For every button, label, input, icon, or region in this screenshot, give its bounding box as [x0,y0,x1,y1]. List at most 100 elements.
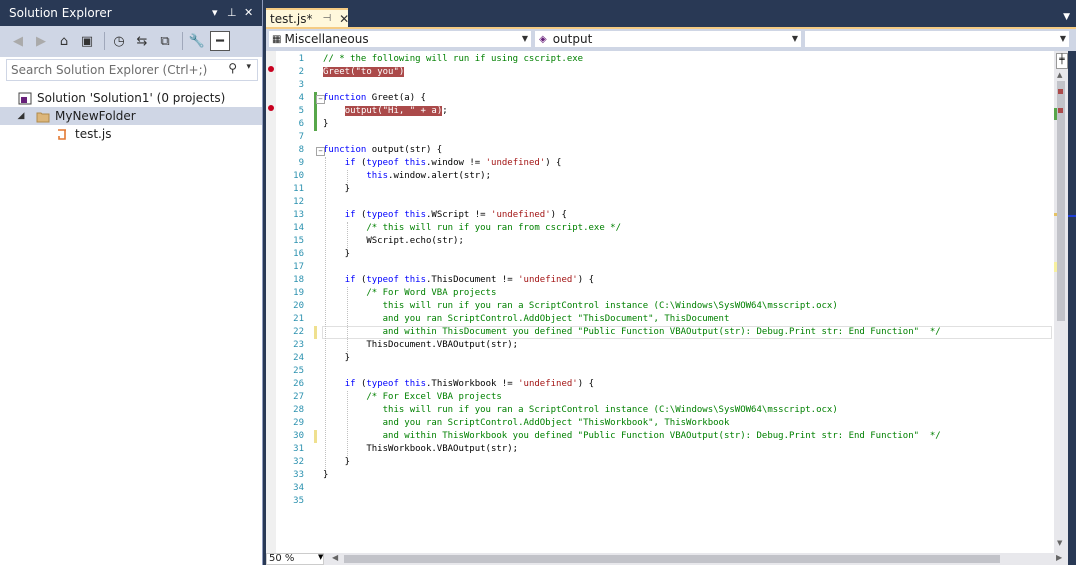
tree-item-solution[interactable]: Solution 'Solution1' (0 projects) [0,89,262,107]
code-line[interactable]: 20 this will run if you ran a ScriptCont… [276,300,1054,313]
scroll-left-arrow-icon[interactable]: ◀ [332,553,338,562]
code-line[interactable]: 5 output("Hi, " + a); [276,105,1054,118]
breakpoint-icon[interactable] [268,66,274,72]
switch-views-icon[interactable]: ▣ [77,31,97,51]
line-number: 9 [298,158,304,168]
code-line[interactable]: 32 } [276,456,1054,469]
line-number: 28 [293,405,304,415]
preview-selected-items-icon[interactable]: ━ [210,31,230,51]
line-number: 19 [293,288,304,298]
search-icon[interactable]: ⚲ [228,61,237,75]
line-number: 2 [298,67,304,77]
code-line[interactable]: 33} [276,469,1054,482]
code-line[interactable]: 24 } [276,352,1054,365]
properties-wrench-icon[interactable]: 🔧 [187,31,207,51]
code-line[interactable]: 3 [276,79,1054,92]
code-line[interactable]: 6} [276,118,1054,131]
member-dropdown[interactable]: ▼ [804,30,1070,48]
code-line[interactable]: 1 // * the following will run if using cs… [276,53,1054,66]
line-number: 15 [293,236,304,246]
code-line[interactable]: 7 [276,131,1054,144]
code-line[interactable]: 35 [276,495,1054,508]
line-number: 8 [298,145,304,155]
forward-icon[interactable]: ▶ [31,31,51,51]
code-line[interactable]: 12 [276,196,1054,209]
scroll-down-arrow-icon[interactable]: ▼ [1057,539,1062,547]
collapse-outline-icon[interactable]: − [316,147,325,156]
line-number: 11 [293,184,304,194]
project-dropdown[interactable]: ▦ Miscellaneous ▼ [268,30,532,48]
line-number: 10 [293,171,304,181]
pin-icon[interactable]: ⊥ [227,6,237,19]
code-line[interactable]: 11 } [276,183,1054,196]
code-line[interactable]: 31 ThisWorkbook.VBAOutput(str); [276,443,1054,456]
code-line[interactable]: 25 [276,365,1054,378]
indicator-margin[interactable] [266,51,276,553]
code-line[interactable]: 30 and within ThisWorkbook you defined "… [276,430,1054,443]
code-text: if (typeof this.ThisDocument != 'undefin… [344,275,594,285]
scrollbar-thumb[interactable] [1057,81,1065,321]
pin-tab-icon[interactable]: ⊣ [322,13,331,24]
code-text: /* For Word VBA projects [323,288,497,298]
code-line[interactable]: 8 function output(str) { [276,144,1054,157]
collapse-outline-icon[interactable]: − [316,95,325,104]
back-icon[interactable]: ◀ [8,31,28,51]
code-line[interactable]: 26 if (typeof this.ThisWorkbook != 'unde… [276,378,1054,391]
close-tab-icon[interactable]: ✕ [339,12,349,26]
code-line[interactable]: 15 WScript.echo(str); [276,235,1054,248]
code-line[interactable]: 27 /* For Excel VBA projects [276,391,1054,404]
tab-test-js[interactable]: test.js* ⊣ ✕ [266,8,349,27]
sync-with-active-document-icon[interactable]: ⇆ [132,31,152,51]
close-icon[interactable]: ✕ [244,6,253,19]
code-line[interactable]: 16 } [276,248,1054,261]
home-icon[interactable]: ⌂ [54,31,74,51]
tree-item-folder[interactable]: ◢ MyNewFolder [0,107,262,125]
change-tracking-bar [314,326,317,339]
code-editor[interactable]: 1 // * the following will run if using cs… [266,51,1054,553]
collapse-all-icon[interactable]: ⧉ [155,31,175,51]
code-line[interactable]: 29 and you ran ScriptControl.AddObject "… [276,417,1054,430]
tab-overflow-dropdown-icon[interactable]: ▼ [1063,12,1070,22]
code-line[interactable]: 21 and you ran ScriptControl.AddObject "… [276,313,1054,326]
code-line[interactable]: 9 if (typeof this.window != 'undefined')… [276,157,1054,170]
code-text: if (typeof this.window != 'undefined') { [344,158,562,168]
code-line[interactable]: 18 if (typeof this.ThisDocument != 'unde… [276,274,1054,287]
chevron-down-icon: ▼ [791,34,798,43]
line-number: 24 [293,353,304,363]
split-window-icon[interactable]: ╪ [1056,53,1068,69]
expanded-arrow-icon[interactable]: ◢ [16,111,26,121]
code-text: } [323,184,351,194]
scroll-right-arrow-icon[interactable]: ▶ [1056,553,1062,562]
chevron-down-icon: ▼ [318,553,324,561]
pending-changes-filter-icon[interactable]: ◷ [109,31,129,51]
code-line[interactable]: 14 /* this will run if you ran from cscr… [276,222,1054,235]
tree-item-file[interactable]: test.js [0,125,262,143]
hscroll-thumb[interactable] [344,555,1000,563]
line-number: 22 [293,327,304,337]
horizontal-scrollbar[interactable]: 50 % ▼ ◀ ▶ [266,553,1068,565]
vertical-scrollbar[interactable]: ╪ ▲ ▼ [1054,51,1068,553]
type-scope-dropdown[interactable]: ◈ output ▼ [534,30,802,48]
code-line[interactable]: 13 if (typeof this.WScript != 'undefined… [276,209,1054,222]
code-line[interactable]: 2 Greet("to you") [276,66,1054,79]
code-line[interactable]: 19 /* For Word VBA projects [276,287,1054,300]
code-line[interactable]: 4 function Greet(a) { [276,92,1054,105]
search-options-dropdown-icon[interactable]: ▾ [246,62,251,72]
code-text: and you ran ScriptControl.AddObject "Thi… [323,418,730,428]
breakpoint-icon[interactable] [268,105,274,111]
line-number: 30 [293,431,304,441]
project-dropdown-value: Miscellaneous [284,32,369,46]
code-line[interactable]: 23 ThisDocument.VBAOutput(str); [276,339,1054,352]
code-line[interactable]: 10 this.window.alert(str); [276,170,1054,183]
code-line[interactable]: 28 this will run if you ran a ScriptCont… [276,404,1054,417]
solution-explorer-search-input[interactable]: Search Solution Explorer (Ctrl+;) ⚲ ▾ [6,59,258,81]
scroll-up-arrow-icon[interactable]: ▲ [1057,71,1062,79]
code-text: function output(str) { [323,145,443,155]
window-position-dropdown-icon[interactable]: ▾ [212,6,218,19]
code-line[interactable]: 17 [276,261,1054,274]
solution-explorer-toolbar: ◀ ▶ ⌂ ▣ ◷ ⇆ ⧉ 🔧 ━ [0,26,262,57]
zoom-level-dropdown[interactable]: 50 % [266,553,324,565]
code-line[interactable]: 22 and within ThisDocument you defined "… [276,326,1054,339]
line-number: 3 [298,80,304,90]
code-line[interactable]: 34 [276,482,1054,495]
